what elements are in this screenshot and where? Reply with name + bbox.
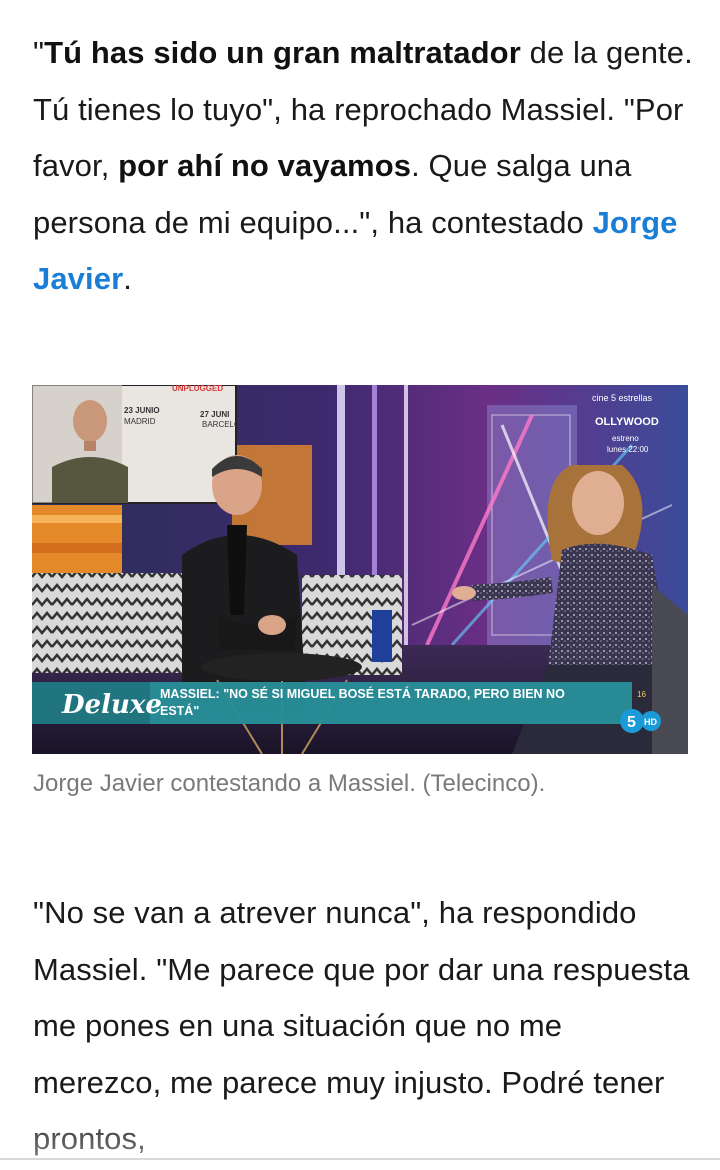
age-rating: 16 — [637, 690, 646, 699]
article-paragraph-2: "No se van a atrever nunca", ha respondi… — [33, 895, 690, 1156]
screen-city-1: MADRID — [124, 417, 156, 426]
divider — [0, 1158, 720, 1160]
article-paragraph-1: "Tú has sido un gran maltratador de la g… — [33, 25, 693, 308]
bold-quote-1: Tú has sido un gran maltratador — [44, 35, 521, 70]
image-caption: Jorge Javier contestando a Massiel. (Tel… — [33, 770, 546, 797]
paragraph-text-3: . — [123, 261, 132, 296]
screen-unplugged-text: UNPLUGGED — [172, 385, 223, 393]
article-image[interactable]: UNPLUGGED 23 JUNIO MADRID 27 JUNI BARCEL… — [32, 385, 688, 754]
screen-city-2: BARCELO — [202, 420, 240, 429]
ticker-line-1: MASSIEL: "NO SÉ SI MIGUEL BOSÉ ESTÁ TARA… — [160, 686, 565, 701]
show-logo: Deluxe — [61, 690, 162, 720]
ticker-line-2: ESTÁ" — [160, 703, 199, 718]
bold-quote-2: por ahí no vayamos — [118, 148, 412, 183]
hd-badge: HD — [644, 717, 657, 727]
screen-date-1: 23 JUNIO — [124, 406, 160, 415]
screen-date-2: 27 JUNI — [200, 410, 229, 419]
promo-line-1: cine 5 estrellas — [592, 393, 653, 403]
quote-open: " — [33, 35, 45, 70]
tv-still-image: UNPLUGGED 23 JUNIO MADRID 27 JUNI BARCEL… — [32, 385, 688, 754]
channel-number: 5 — [627, 714, 636, 731]
promo-line-4: lunes 22:00 — [607, 445, 649, 454]
promo-line-3: estreno — [612, 434, 639, 443]
promo-line-2: OLLYWOOD — [595, 416, 659, 428]
